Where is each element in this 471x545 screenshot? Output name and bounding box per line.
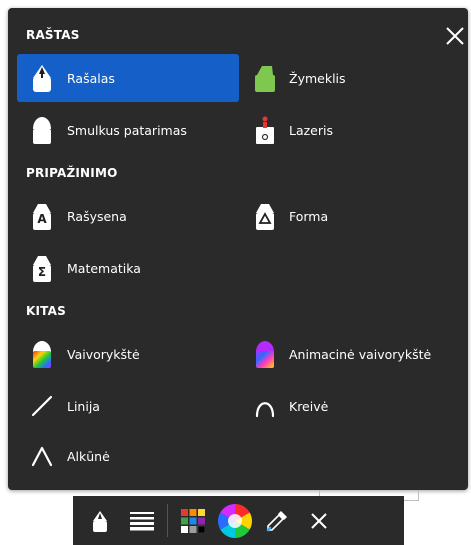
menu-item-label: Vaivorykštė <box>67 346 140 362</box>
menu-item-shape[interactable]: Forma <box>246 192 468 240</box>
menu-item-label: Smulkus patarimas <box>67 122 187 138</box>
section-title-rastas: RAŠTAS <box>26 28 80 42</box>
rainbow-pen-icon <box>26 338 58 370</box>
menu-item-label: Rašysena <box>67 208 127 224</box>
menu-item-label: Linija <box>67 398 100 414</box>
menu-item-label: Žymeklis <box>289 70 346 86</box>
highlighter-icon <box>249 62 281 94</box>
menu-item-math[interactable]: Σ Matematika <box>17 244 239 292</box>
svg-text:Σ: Σ <box>38 265 46 279</box>
line-weight-icon[interactable] <box>121 496 163 545</box>
fine-tip-icon <box>26 114 58 146</box>
color-wheel-icon[interactable] <box>214 496 256 545</box>
close-icon[interactable] <box>439 20 471 52</box>
section-title-pripazinimo: PRIPAŽINIMO <box>26 166 118 180</box>
menu-item-highlighter[interactable]: Žymeklis <box>246 54 468 102</box>
close-icon[interactable] <box>298 496 340 545</box>
menu-item-animated-rainbow[interactable]: Animacinė vaivorykštė <box>246 330 468 378</box>
menu-item-label: Alkūnė <box>67 448 110 464</box>
toolbar-separator <box>167 504 168 537</box>
menu-item-laser[interactable]: Lazeris <box>246 106 468 154</box>
menu-item-label: Kreivė <box>289 398 329 414</box>
menu-item-label: Animacinė vaivorykštė <box>289 346 432 362</box>
pen-icon <box>26 62 58 94</box>
animated-rainbow-pen-icon <box>249 338 281 370</box>
pen-icon[interactable] <box>79 496 121 545</box>
elbow-icon <box>26 440 58 472</box>
line-icon <box>26 390 58 422</box>
laser-icon <box>249 114 281 146</box>
handwriting-icon: A <box>26 200 58 232</box>
menu-item-fine-tip[interactable]: Smulkus patarimas <box>17 106 239 154</box>
color-palette-icon[interactable] <box>172 496 214 545</box>
math-icon: Σ <box>26 252 58 284</box>
menu-item-label: Rašalas <box>67 70 115 86</box>
menu-item-rainbow[interactable]: Vaivorykštė <box>17 330 239 378</box>
eyedropper-icon[interactable] <box>256 496 298 545</box>
menu-item-handwriting[interactable]: A Rašysena <box>17 192 239 240</box>
menu-item-ink[interactable]: Rašalas <box>17 54 239 102</box>
curve-icon <box>249 390 281 422</box>
svg-text:A: A <box>37 212 47 226</box>
menu-item-label: Lazeris <box>289 122 334 138</box>
menu-item-label: Forma <box>289 208 329 224</box>
menu-item-label: Matematika <box>67 260 141 276</box>
shape-icon <box>249 200 281 232</box>
section-title-kitas: KITAS <box>26 304 66 318</box>
bottom-toolbar <box>73 496 404 545</box>
menu-item-curve[interactable]: Kreivė <box>246 382 468 430</box>
menu-item-elbow[interactable]: Alkūnė <box>17 432 239 480</box>
menu-item-line[interactable]: Linija <box>17 382 239 430</box>
